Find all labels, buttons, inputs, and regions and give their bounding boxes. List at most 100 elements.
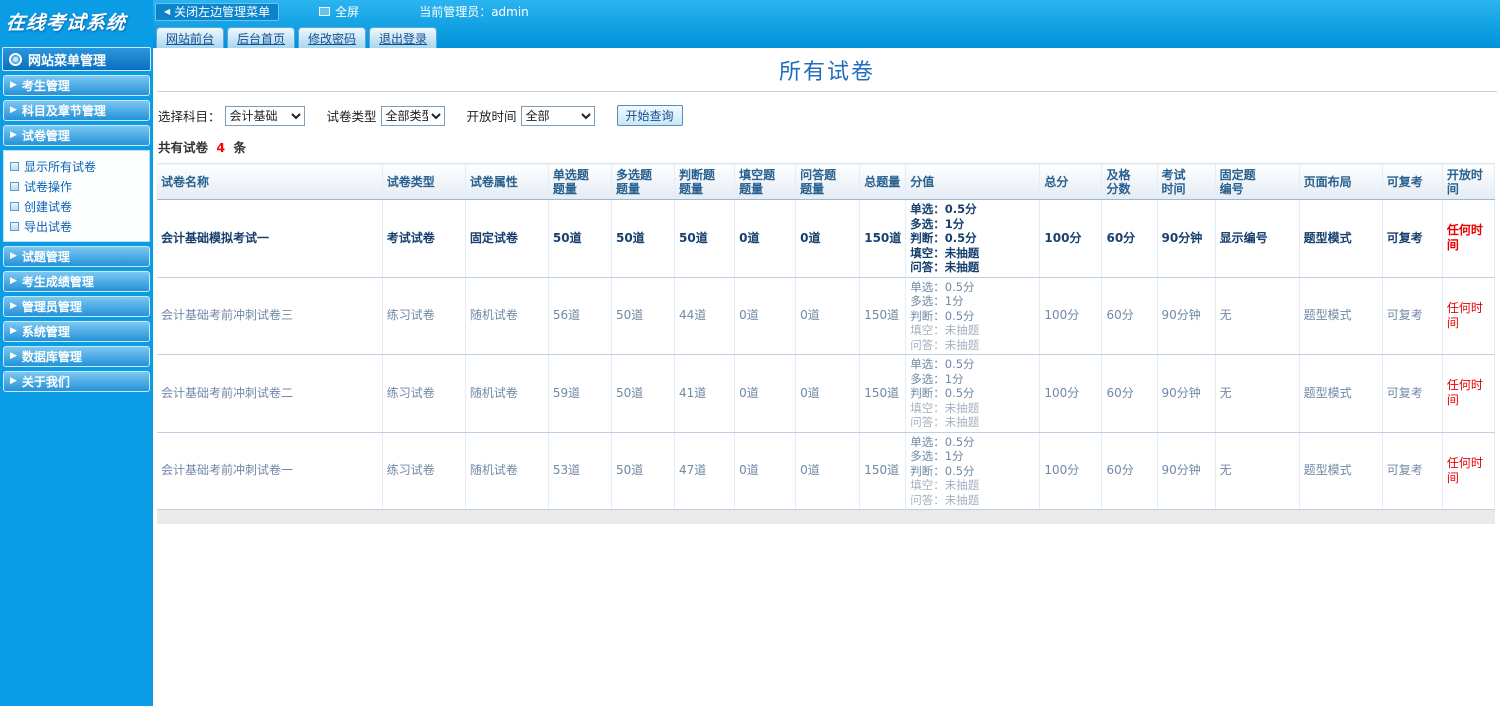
cell-retake: 可复考 <box>1382 277 1443 355</box>
tab-bar: 网站前台 后台首页 修改密码 退出登录 <box>153 23 1500 48</box>
cell-pass_score: 60分 <box>1101 432 1158 510</box>
cell-judge: 47道 <box>674 432 736 510</box>
submenu-item-label: 显示所有试卷 <box>24 159 97 174</box>
sidebar-item-question-management[interactable]: ▶ 试题管理 <box>3 246 150 267</box>
cell-type: 练习试卷 <box>382 354 466 433</box>
tab-label: 网站前台 <box>166 31 215 46</box>
column-header: 单选题 题量 <box>548 163 612 200</box>
cell-total: 150道 <box>859 277 907 355</box>
paper-type-filter-label: 试卷类型 <box>326 109 377 124</box>
submenu-item-create-paper[interactable]: 创建试卷 <box>10 196 149 216</box>
cell-qa: 0道 <box>795 432 861 510</box>
sidebar-panel: 网站菜单管理 ▶ 考生管理 ▶ 科目及章节管理 ▶ 试卷管理 显示所有试卷 试卷… <box>2 47 151 392</box>
cell-scores: 单选：0.5分 多选：1分 判断：0.5分 填空：未抽题 问答：未抽题 <box>905 354 1041 433</box>
tab-site-front[interactable]: 网站前台 <box>156 27 225 48</box>
paper-row: 会计基础考前冲刺试卷一 练习试卷 随机试卷 53道 50道 47道 0道 0道 150道 单选：0… <box>157 432 1496 510</box>
cell-retake: 可复考 <box>1382 432 1443 510</box>
sidebar-title: 网站菜单管理 <box>28 53 107 69</box>
submenu-item-label: 导出试卷 <box>24 219 73 234</box>
grid-icon <box>10 181 19 191</box>
sidebar-item-system-management[interactable]: ▶ 系统管理 <box>3 321 150 342</box>
column-header: 总题量 <box>859 163 907 200</box>
menu-arrow-icon: ▶ <box>10 326 17 336</box>
close-left-menu-label: 关闭左边管理菜单 <box>174 5 271 19</box>
sidebar-item-label: 科目及章节管理 <box>21 104 106 118</box>
sidebar-item-label: 系统管理 <box>21 325 70 339</box>
paper-management-submenu: 显示所有试卷 试卷操作 创建试卷 导出试卷 <box>3 150 150 242</box>
cell-duration: 90分钟 <box>1157 432 1216 510</box>
sidebar-item-about-us[interactable]: ▶ 关于我们 <box>3 371 150 392</box>
close-left-menu-button[interactable]: ◀ 关闭左边管理菜单 <box>155 2 280 21</box>
paper-type-select[interactable]: 全部类型 <box>380 105 445 126</box>
sidebar-item-label: 数据库管理 <box>21 350 82 364</box>
sidebar-item-label: 试卷管理 <box>21 129 70 143</box>
papers-tbody: 会计基础模拟考试一 考试试卷 固定试卷 50道 50道 50道 0道 0道 150道 单选：0.5… <box>157 199 1496 510</box>
column-header: 考试 时间 <box>1157 163 1216 200</box>
sidebar-item-label: 考生管理 <box>21 79 70 93</box>
start-query-button[interactable]: 开始查询 <box>616 105 683 126</box>
cell-fixed_no: 显示编号 <box>1215 199 1300 278</box>
subject-select[interactable]: 会计基础 <box>224 105 305 126</box>
topbar: ◀ 关闭左边管理菜单 全屏 当前管理员：admin <box>153 0 1500 23</box>
cell-open_time: 任何时间 <box>1442 432 1496 510</box>
cell-layout: 题型模式 <box>1299 277 1383 355</box>
sidebar-item-label: 考生成绩管理 <box>21 275 94 289</box>
submenu-item-paper-operations[interactable]: 试卷操作 <box>10 176 149 196</box>
cell-pass_score: 60分 <box>1101 354 1158 433</box>
table-header-row: 试卷名称 试卷类型 试卷属性 单选题 题量 多选题 题量 判断题 题量 填空题 题量 问答题 … <box>157 163 1496 200</box>
menu-arrow-icon: ▶ <box>10 251 17 261</box>
sidebar-item-label: 管理员管理 <box>21 300 82 314</box>
column-header: 总分 <box>1039 163 1103 200</box>
count-prefix: 共有试卷 <box>158 140 209 155</box>
open-time-select[interactable]: 全部 <box>520 105 595 126</box>
page-title: 所有试卷 <box>778 59 875 85</box>
sidebar-item-paper-management[interactable]: ▶ 试卷管理 <box>3 125 150 146</box>
sidebar-item-subject-chapter-management[interactable]: ▶ 科目及章节管理 <box>3 100 150 121</box>
cell-blank: 0道 <box>734 354 797 433</box>
sidebar-item-admin-management[interactable]: ▶ 管理员管理 <box>3 296 150 317</box>
cell-total_score: 100分 <box>1039 199 1103 278</box>
sidebar-item-label: 关于我们 <box>21 375 70 389</box>
papers-table: 试卷名称 试卷类型 试卷属性 单选题 题量 多选题 题量 判断题 题量 填空题 题量 问答题 … <box>157 163 1496 510</box>
menu-arrow-icon: ▶ <box>10 105 17 115</box>
tab-logout[interactable]: 退出登录 <box>369 27 438 48</box>
column-header: 开放时间 <box>1442 163 1496 200</box>
tab-change-password[interactable]: 修改密码 <box>298 27 367 48</box>
cell-multi: 50道 <box>611 277 676 355</box>
sidebar-item-examinee-management[interactable]: ▶ 考生管理 <box>3 75 150 96</box>
submenu-item-export-paper[interactable]: 导出试卷 <box>10 216 149 236</box>
cell-attr: 随机试卷 <box>465 354 549 433</box>
fullscreen-button[interactable]: 全屏 <box>319 3 359 20</box>
cell-duration: 90分钟 <box>1157 277 1216 355</box>
cell-total_score: 100分 <box>1039 354 1103 433</box>
current-admin-label: 当前管理员：admin <box>419 5 529 19</box>
cell-layout: 题型模式 <box>1299 432 1383 510</box>
fullscreen-label: 全屏 <box>335 5 360 19</box>
menu-arrow-icon: ▶ <box>10 351 17 361</box>
tab-backend-home[interactable]: 后台首页 <box>227 27 296 48</box>
cell-attr: 随机试卷 <box>465 432 549 510</box>
cell-multi: 50道 <box>611 354 676 433</box>
column-header: 试卷名称 <box>157 163 383 200</box>
title-row: 所有试卷 <box>157 48 1497 92</box>
submenu-item-show-all-papers[interactable]: 显示所有试卷 <box>10 156 149 176</box>
cell-type: 练习试卷 <box>382 277 466 355</box>
sidebar-item-label: 试题管理 <box>21 250 70 264</box>
cell-layout: 题型模式 <box>1299 199 1383 278</box>
paper-count-row: 共有试卷 4 条 <box>157 126 1497 163</box>
cell-open_time: 任何时间 <box>1442 277 1496 355</box>
cell-pass_score: 60分 <box>1101 277 1158 355</box>
paper-row: 会计基础考前冲刺试卷三 练习试卷 随机试卷 56道 50道 44道 0道 0道 150道 单选：0… <box>157 277 1496 355</box>
paper-row: 会计基础考前冲刺试卷二 练习试卷 随机试卷 59道 50道 41道 0道 0道 150道 单选：0… <box>157 354 1496 433</box>
cell-name: 会计基础考前冲刺试卷一 <box>157 432 383 510</box>
content-area: 所有试卷 选择科目： 会计基础 试卷类型 全部类型 开放时间 全部 开始查询 共… <box>153 48 1500 706</box>
cell-open_time: 任何时间 <box>1442 199 1496 278</box>
cell-total: 150道 <box>859 432 907 510</box>
top-header: ◀ 关闭左边管理菜单 全屏 当前管理员：admin 网站前台 后台首页 修改密码 <box>153 0 1500 48</box>
app-window: 在线考试系统 网站菜单管理 ▶ 考生管理 ▶ 科目及章节管理 ▶ 试卷管理 显示… <box>0 0 1500 706</box>
submenu-item-label: 试卷操作 <box>24 179 73 194</box>
sidebar-item-score-management[interactable]: ▶ 考生成绩管理 <box>3 271 150 292</box>
column-header: 问答题 题量 <box>795 163 861 200</box>
sidebar-item-database-management[interactable]: ▶ 数据库管理 <box>3 346 150 367</box>
cell-total_score: 100分 <box>1039 432 1103 510</box>
